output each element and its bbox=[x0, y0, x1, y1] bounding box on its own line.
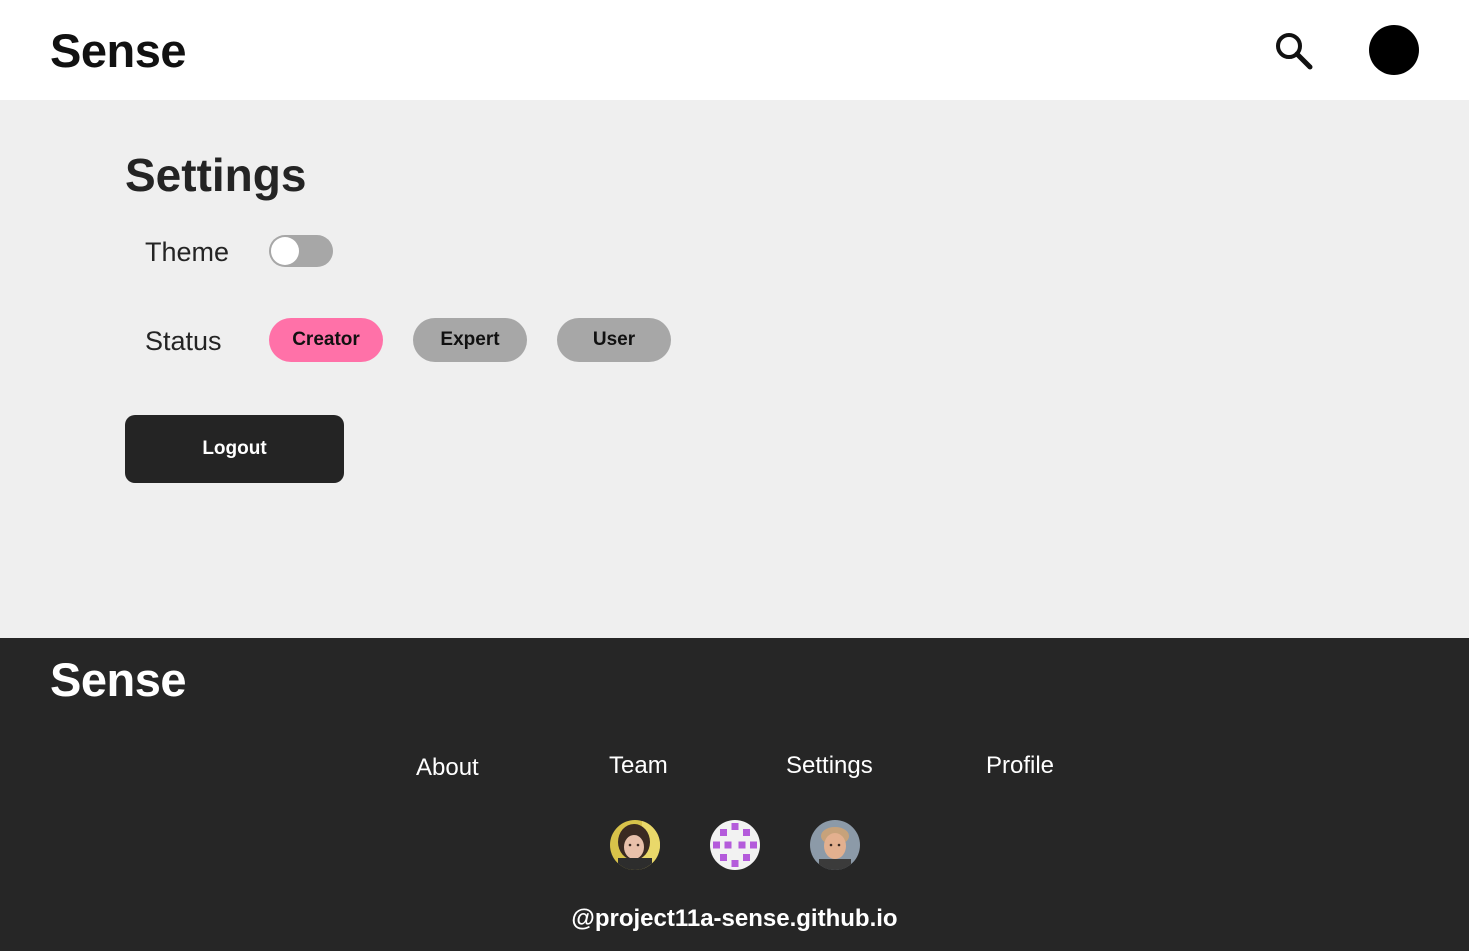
status-option-expert[interactable]: Expert bbox=[413, 318, 527, 362]
logout-button[interactable]: Logout bbox=[125, 415, 344, 483]
page-title: Settings bbox=[125, 149, 307, 201]
user-avatar-icon[interactable] bbox=[1369, 25, 1419, 75]
footer-link-settings[interactable]: Settings bbox=[786, 754, 873, 778]
footer: Sense About Team Settings Profile @proje… bbox=[0, 638, 1469, 951]
footer-link-about[interactable]: About bbox=[416, 756, 479, 780]
footer-link-team[interactable]: Team bbox=[609, 754, 668, 778]
theme-label: Theme bbox=[145, 237, 230, 267]
toggle-knob bbox=[271, 237, 299, 265]
status-option-user[interactable]: User bbox=[557, 318, 671, 362]
top-header: Sense bbox=[0, 0, 1469, 100]
team-member-avatar-3[interactable] bbox=[810, 820, 860, 870]
brand-logo[interactable]: Sense bbox=[50, 27, 186, 74]
footer-url[interactable]: @project11a-sense.github.io bbox=[0, 907, 1469, 931]
status-option-creator[interactable]: Creator bbox=[269, 318, 383, 362]
search-icon bbox=[1276, 33, 1313, 70]
search-button[interactable] bbox=[1271, 28, 1315, 72]
team-member-photo-icon bbox=[610, 820, 660, 870]
team-member-avatar-2[interactable] bbox=[710, 820, 760, 870]
status-label: Status bbox=[145, 326, 222, 356]
settings-panel: Settings Theme Status Creator Expert Use… bbox=[0, 100, 1469, 638]
team-member-pattern-icon bbox=[710, 820, 760, 870]
team-member-avatar-1[interactable] bbox=[610, 820, 660, 870]
theme-toggle[interactable] bbox=[269, 235, 333, 267]
team-member-photo-icon bbox=[810, 820, 860, 870]
footer-link-profile[interactable]: Profile bbox=[986, 754, 1054, 778]
footer-brand[interactable]: Sense bbox=[50, 656, 186, 703]
